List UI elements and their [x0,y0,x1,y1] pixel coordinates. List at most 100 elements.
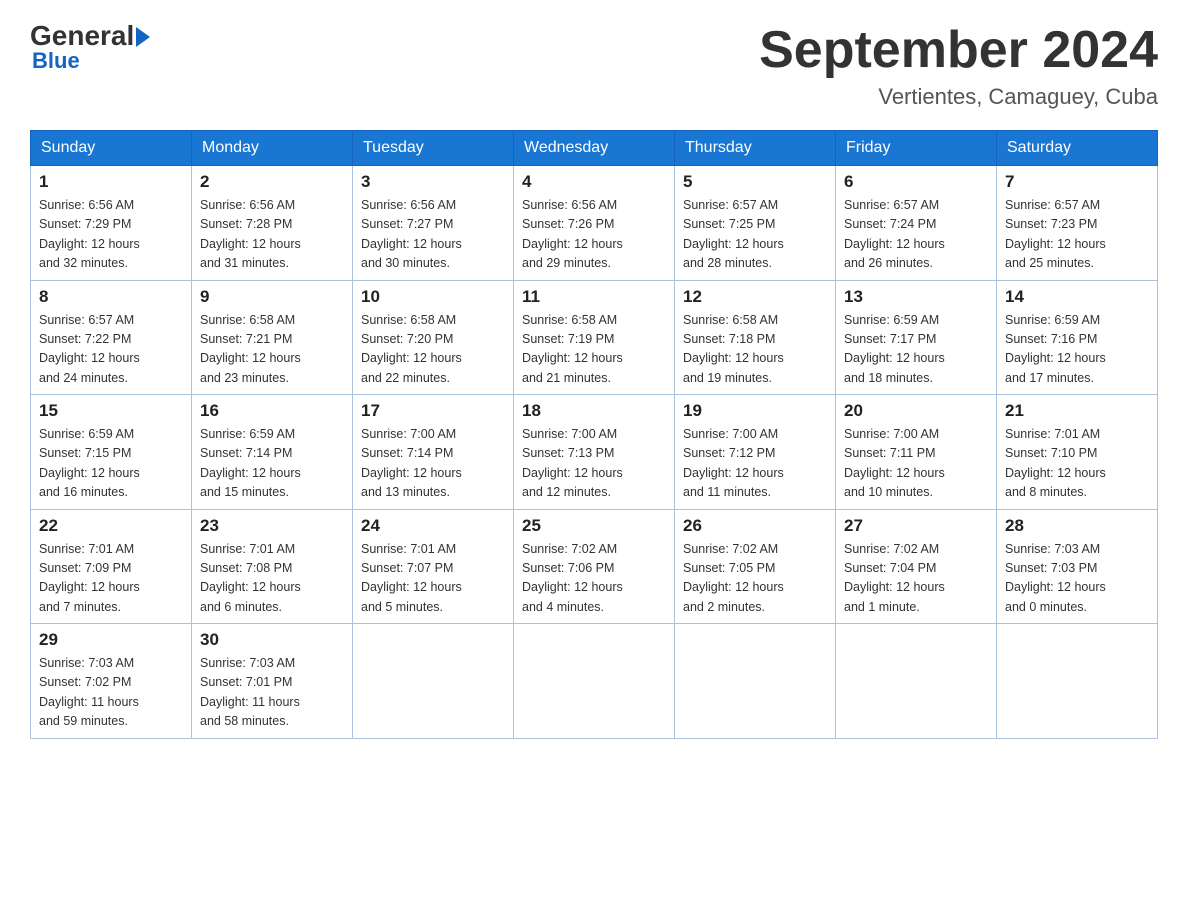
day-info-27: Sunrise: 7:02 AMSunset: 7:04 PMDaylight:… [844,540,988,618]
day-cell-30: 30 Sunrise: 7:03 AMSunset: 7:01 PMDayligh… [192,624,353,739]
day-number-17: 17 [361,401,505,421]
day-info-25: Sunrise: 7:02 AMSunset: 7:06 PMDaylight:… [522,540,666,618]
day-info-18: Sunrise: 7:00 AMSunset: 7:13 PMDaylight:… [522,425,666,503]
weekday-header-friday: Friday [836,131,997,166]
day-cell-6: 6Sunrise: 6:57 AMSunset: 7:24 PMDaylight… [836,166,997,281]
day-cell-5: 5Sunrise: 6:57 AMSunset: 7:25 PMDaylight… [675,166,836,281]
empty-cell [997,624,1158,739]
day-info-3: Sunrise: 6:56 AMSunset: 7:27 PMDaylight:… [361,196,505,274]
day-info-12: Sunrise: 6:58 AMSunset: 7:18 PMDaylight:… [683,311,827,389]
day-info-8: Sunrise: 6:57 AMSunset: 7:22 PMDaylight:… [39,311,183,389]
weekday-header-sunday: Sunday [31,131,192,166]
day-info-20: Sunrise: 7:00 AMSunset: 7:11 PMDaylight:… [844,425,988,503]
day-info-30: Sunrise: 7:03 AMSunset: 7:01 PMDaylight:… [200,654,344,732]
month-year-title: September 2024 [759,20,1158,80]
day-number-21: 21 [1005,401,1149,421]
day-cell-29: 29 Sunrise: 7:03 AMSunset: 7:02 PMDayligh… [31,624,192,739]
day-cell-10: 10 Sunrise: 6:58 AMSunset: 7:20 PMDayligh… [353,280,514,395]
weekday-header-monday: Monday [192,131,353,166]
day-info-1: Sunrise: 6:56 AMSunset: 7:29 PMDaylight:… [39,196,183,274]
day-cell-1: 1 Sunrise: 6:56 AMSunset: 7:29 PMDaylight… [31,166,192,281]
day-info-13: Sunrise: 6:59 AMSunset: 7:17 PMDaylight:… [844,311,988,389]
day-cell-24: 24 Sunrise: 7:01 AMSunset: 7:07 PMDayligh… [353,509,514,624]
day-info-23: Sunrise: 7:01 AMSunset: 7:08 PMDaylight:… [200,540,344,618]
week-row-5: 29 Sunrise: 7:03 AMSunset: 7:02 PMDayligh… [31,624,1158,739]
day-number-23: 23 [200,516,344,536]
day-number-1: 1 [39,172,183,192]
day-number-3: 3 [361,172,505,192]
day-info-6: Sunrise: 6:57 AMSunset: 7:24 PMDaylight:… [844,196,988,274]
day-number-16: 16 [200,401,344,421]
day-info-22: Sunrise: 7:01 AMSunset: 7:09 PMDaylight:… [39,540,183,618]
day-cell-18: 18 Sunrise: 7:00 AMSunset: 7:13 PMDayligh… [514,395,675,510]
weekday-header-saturday: Saturday [997,131,1158,166]
week-row-1: 1 Sunrise: 6:56 AMSunset: 7:29 PMDaylight… [31,166,1158,281]
day-number-8: 8 [39,287,183,307]
day-cell-11: 11 Sunrise: 6:58 AMSunset: 7:19 PMDayligh… [514,280,675,395]
page-header: General Blue September 2024 Vertientes, … [30,20,1158,110]
day-cell-7: 7Sunrise: 6:57 AMSunset: 7:23 PMDaylight… [997,166,1158,281]
day-cell-14: 14 Sunrise: 6:59 AMSunset: 7:16 PMDayligh… [997,280,1158,395]
day-number-11: 11 [522,287,666,307]
day-cell-4: 4 Sunrise: 6:56 AMSunset: 7:26 PMDaylight… [514,166,675,281]
day-number-4: 4 [522,172,666,192]
day-info-10: Sunrise: 6:58 AMSunset: 7:20 PMDaylight:… [361,311,505,389]
day-cell-17: 17 Sunrise: 7:00 AMSunset: 7:14 PMDayligh… [353,395,514,510]
day-number-27: 27 [844,516,988,536]
day-number-20: 20 [844,401,988,421]
day-cell-20: 20 Sunrise: 7:00 AMSunset: 7:11 PMDayligh… [836,395,997,510]
day-number-18: 18 [522,401,666,421]
day-number-13: 13 [844,287,988,307]
day-info-24: Sunrise: 7:01 AMSunset: 7:07 PMDaylight:… [361,540,505,618]
day-info-17: Sunrise: 7:00 AMSunset: 7:14 PMDaylight:… [361,425,505,503]
day-info-4: Sunrise: 6:56 AMSunset: 7:26 PMDaylight:… [522,196,666,274]
empty-cell [514,624,675,739]
day-cell-22: 22Sunrise: 7:01 AMSunset: 7:09 PMDayligh… [31,509,192,624]
day-cell-12: 12Sunrise: 6:58 AMSunset: 7:18 PMDayligh… [675,280,836,395]
day-number-25: 25 [522,516,666,536]
day-cell-2: 2 Sunrise: 6:56 AMSunset: 7:28 PMDaylight… [192,166,353,281]
day-info-2: Sunrise: 6:56 AMSunset: 7:28 PMDaylight:… [200,196,344,274]
day-number-10: 10 [361,287,505,307]
day-info-26: Sunrise: 7:02 AMSunset: 7:05 PMDaylight:… [683,540,827,618]
logo: General Blue [30,20,150,74]
day-info-9: Sunrise: 6:58 AMSunset: 7:21 PMDaylight:… [200,311,344,389]
day-cell-19: 19Sunrise: 7:00 AMSunset: 7:12 PMDayligh… [675,395,836,510]
weekday-header-wednesday: Wednesday [514,131,675,166]
day-number-2: 2 [200,172,344,192]
day-cell-25: 25 Sunrise: 7:02 AMSunset: 7:06 PMDayligh… [514,509,675,624]
weekday-header-tuesday: Tuesday [353,131,514,166]
day-number-29: 29 [39,630,183,650]
day-number-19: 19 [683,401,827,421]
calendar-table: SundayMondayTuesdayWednesdayThursdayFrid… [30,130,1158,739]
day-number-14: 14 [1005,287,1149,307]
day-cell-21: 21Sunrise: 7:01 AMSunset: 7:10 PMDayligh… [997,395,1158,510]
empty-cell [353,624,514,739]
day-number-24: 24 [361,516,505,536]
day-info-28: Sunrise: 7:03 AMSunset: 7:03 PMDaylight:… [1005,540,1149,618]
day-cell-9: 9Sunrise: 6:58 AMSunset: 7:21 PMDaylight… [192,280,353,395]
day-info-15: Sunrise: 6:59 AMSunset: 7:15 PMDaylight:… [39,425,183,503]
day-cell-15: 15 Sunrise: 6:59 AMSunset: 7:15 PMDayligh… [31,395,192,510]
logo-arrow-icon [136,27,150,47]
week-row-3: 15 Sunrise: 6:59 AMSunset: 7:15 PMDayligh… [31,395,1158,510]
day-info-29: Sunrise: 7:03 AMSunset: 7:02 PMDaylight:… [39,654,183,732]
day-number-15: 15 [39,401,183,421]
week-row-2: 8 Sunrise: 6:57 AMSunset: 7:22 PMDaylight… [31,280,1158,395]
day-number-26: 26 [683,516,827,536]
week-row-4: 22Sunrise: 7:01 AMSunset: 7:09 PMDayligh… [31,509,1158,624]
day-number-7: 7 [1005,172,1149,192]
day-cell-3: 3 Sunrise: 6:56 AMSunset: 7:27 PMDaylight… [353,166,514,281]
day-cell-23: 23 Sunrise: 7:01 AMSunset: 7:08 PMDayligh… [192,509,353,624]
day-number-28: 28 [1005,516,1149,536]
weekday-header-row: SundayMondayTuesdayWednesdayThursdayFrid… [31,131,1158,166]
day-cell-8: 8 Sunrise: 6:57 AMSunset: 7:22 PMDaylight… [31,280,192,395]
logo-blue-text: Blue [32,48,150,74]
day-info-14: Sunrise: 6:59 AMSunset: 7:16 PMDaylight:… [1005,311,1149,389]
day-info-16: Sunrise: 6:59 AMSunset: 7:14 PMDaylight:… [200,425,344,503]
day-cell-27: 27 Sunrise: 7:02 AMSunset: 7:04 PMDayligh… [836,509,997,624]
day-cell-26: 26 Sunrise: 7:02 AMSunset: 7:05 PMDayligh… [675,509,836,624]
day-info-11: Sunrise: 6:58 AMSunset: 7:19 PMDaylight:… [522,311,666,389]
day-number-5: 5 [683,172,827,192]
day-number-30: 30 [200,630,344,650]
